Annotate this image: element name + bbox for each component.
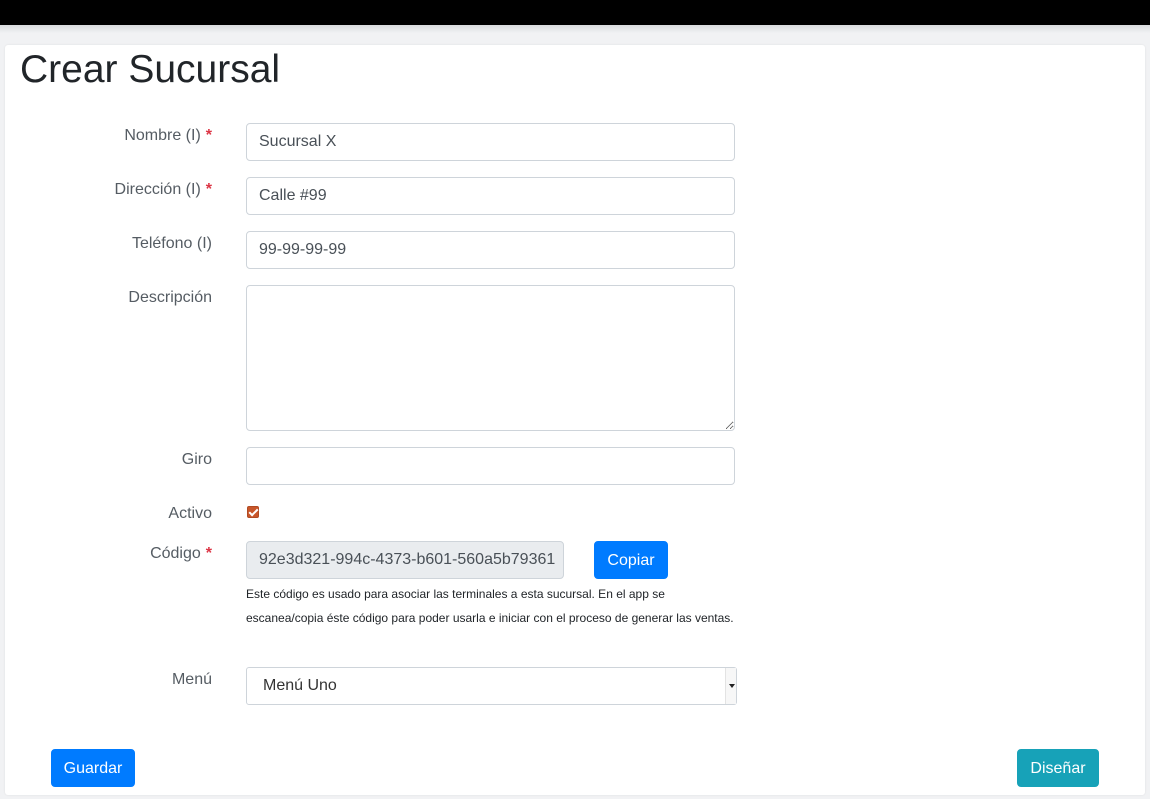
required-marker: * <box>205 545 212 562</box>
nombre-label-text: Nombre (I) <box>124 127 201 144</box>
direccion-label-text: Dirección (I) <box>114 181 201 198</box>
descripcion-textarea[interactable] <box>246 285 735 431</box>
menu-select[interactable]: Menú Uno <box>246 667 737 705</box>
giro-label-text: Giro <box>181 451 212 468</box>
codigo-help-text: Este código es usado para asociar las te… <box>246 587 734 625</box>
activo-label: Activo <box>0 504 212 524</box>
activo-checkbox[interactable] <box>247 506 259 518</box>
top-bar-shadow <box>0 25 1150 33</box>
menu-label-text: Menú <box>171 671 212 688</box>
codigo-label-text: Código <box>150 545 201 562</box>
required-marker: * <box>205 127 212 144</box>
descripcion-label: Descripción <box>0 288 212 308</box>
required-marker: * <box>205 181 212 198</box>
telefono-input[interactable]: 99-99-99-99 <box>246 231 735 269</box>
menu-label: Menú <box>0 670 212 690</box>
nombre-label: Nombre (I) * <box>0 126 212 146</box>
direccion-label: Dirección (I) * <box>0 180 212 200</box>
page-title: Crear Sucursal <box>20 48 281 91</box>
codigo-input[interactable]: 92e3d321-994c-4373-b601-560a5b79361 <box>246 541 564 579</box>
save-button[interactable]: Guardar <box>51 749 135 787</box>
descripcion-label-text: Descripción <box>128 289 212 306</box>
giro-label: Giro <box>0 450 212 470</box>
design-button[interactable]: Diseñar <box>1017 749 1099 787</box>
chevron-down-icon <box>725 668 736 704</box>
nombre-input[interactable]: Sucursal X <box>246 123 735 161</box>
giro-input[interactable] <box>246 447 735 485</box>
telefono-label-text: Teléfono (I) <box>131 235 212 252</box>
codigo-label: Código * <box>0 544 212 564</box>
copy-button[interactable]: Copiar <box>594 541 668 579</box>
direccion-input[interactable]: Calle #99 <box>246 177 735 215</box>
activo-label-text: Activo <box>168 505 212 522</box>
menu-select-value: Menú Uno <box>263 677 337 694</box>
telefono-label: Teléfono (I) <box>0 234 212 254</box>
top-bar <box>0 0 1150 25</box>
